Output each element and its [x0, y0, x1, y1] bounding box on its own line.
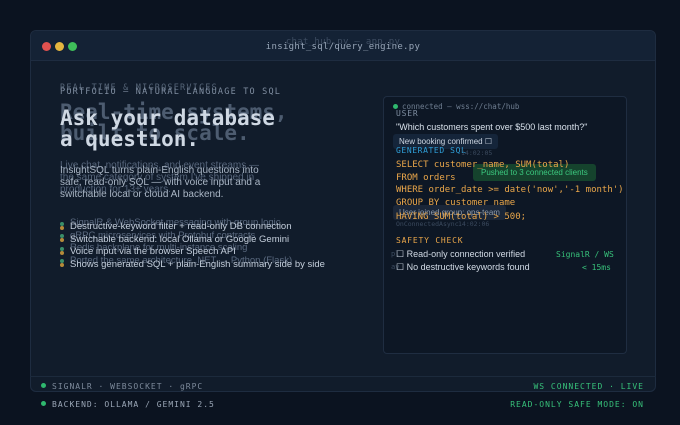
status-dot — [41, 401, 46, 406]
title-bar: chat_hub.py — app.py insight_sql/query_e… — [31, 31, 655, 61]
eyebrow: PORTFOLIO — NATURAL LANGUAGE TO SQL — [60, 87, 282, 97]
headline-line-2: a question. — [60, 127, 200, 151]
sql-line-1: SELECT customer_name, SUM(total) — [396, 160, 570, 170]
status-bar-bottom: BACKEND: OLLAMA / GEMINI 2.5 READ-ONLY S… — [30, 396, 656, 412]
generated-sql-label: GENERATED SQL — [396, 146, 467, 155]
list-item: Voice input via the browser Speech API — [60, 246, 325, 259]
status-dot — [41, 383, 46, 388]
onconnected-time: 14:02:06 — [458, 220, 490, 228]
feature-list: Destructive-keyword filter + read-only D… — [60, 221, 325, 271]
connection-status: connected — wss://chat/hub — [402, 102, 520, 111]
user-question: "Which customers spent over $500 last mo… — [396, 122, 588, 132]
latency-label: < 15ms — [582, 263, 611, 272]
signalr-label: SignalR / WS — [556, 250, 614, 259]
safety-check-label: SAFETY CHECK — [396, 236, 464, 245]
sql-line-2: FROM orders — [396, 173, 456, 183]
status-bar-top: SIGNALR · WEBSOCKET · gRPC WS CONNECTED … — [30, 378, 656, 394]
check-destructive: ☐ No destructive keywords found — [396, 262, 530, 272]
sql-line-3: WHERE order_date >= date('now','-1 month… — [396, 185, 624, 195]
status-bar-top-left: SIGNALR · WEBSOCKET · gRPC — [52, 382, 204, 391]
onconnected-label: OnConnectedAsync — [396, 220, 459, 228]
description: InsightSQL turns plain-English questions… — [60, 165, 261, 200]
status-bar-bottom-left: BACKEND: OLLAMA / GEMINI 2.5 — [52, 400, 215, 409]
headline-line-1: Ask your database — [60, 106, 275, 130]
window-title: insight_sql/query_engine.py — [265, 42, 421, 52]
status-divider — [30, 376, 656, 377]
user-label: USER — [396, 109, 419, 118]
status-bar-top-right: WS CONNECTED · LIVE — [533, 382, 644, 391]
check-read-only: ☐ Read-only connection verified — [396, 249, 526, 259]
status-bar-bottom-right: READ-ONLY SAFE MODE: ON — [510, 400, 644, 409]
list-item: Switchable backend: local Ollama or Goog… — [60, 234, 325, 247]
headline: Ask your database a question. — [60, 108, 275, 150]
ghost-timestamp: 14:02:05 — [461, 149, 493, 157]
list-item: Shows generated SQL + plain-English summ… — [60, 259, 325, 272]
list-item: Destructive-keyword filter + read-only D… — [60, 221, 325, 234]
